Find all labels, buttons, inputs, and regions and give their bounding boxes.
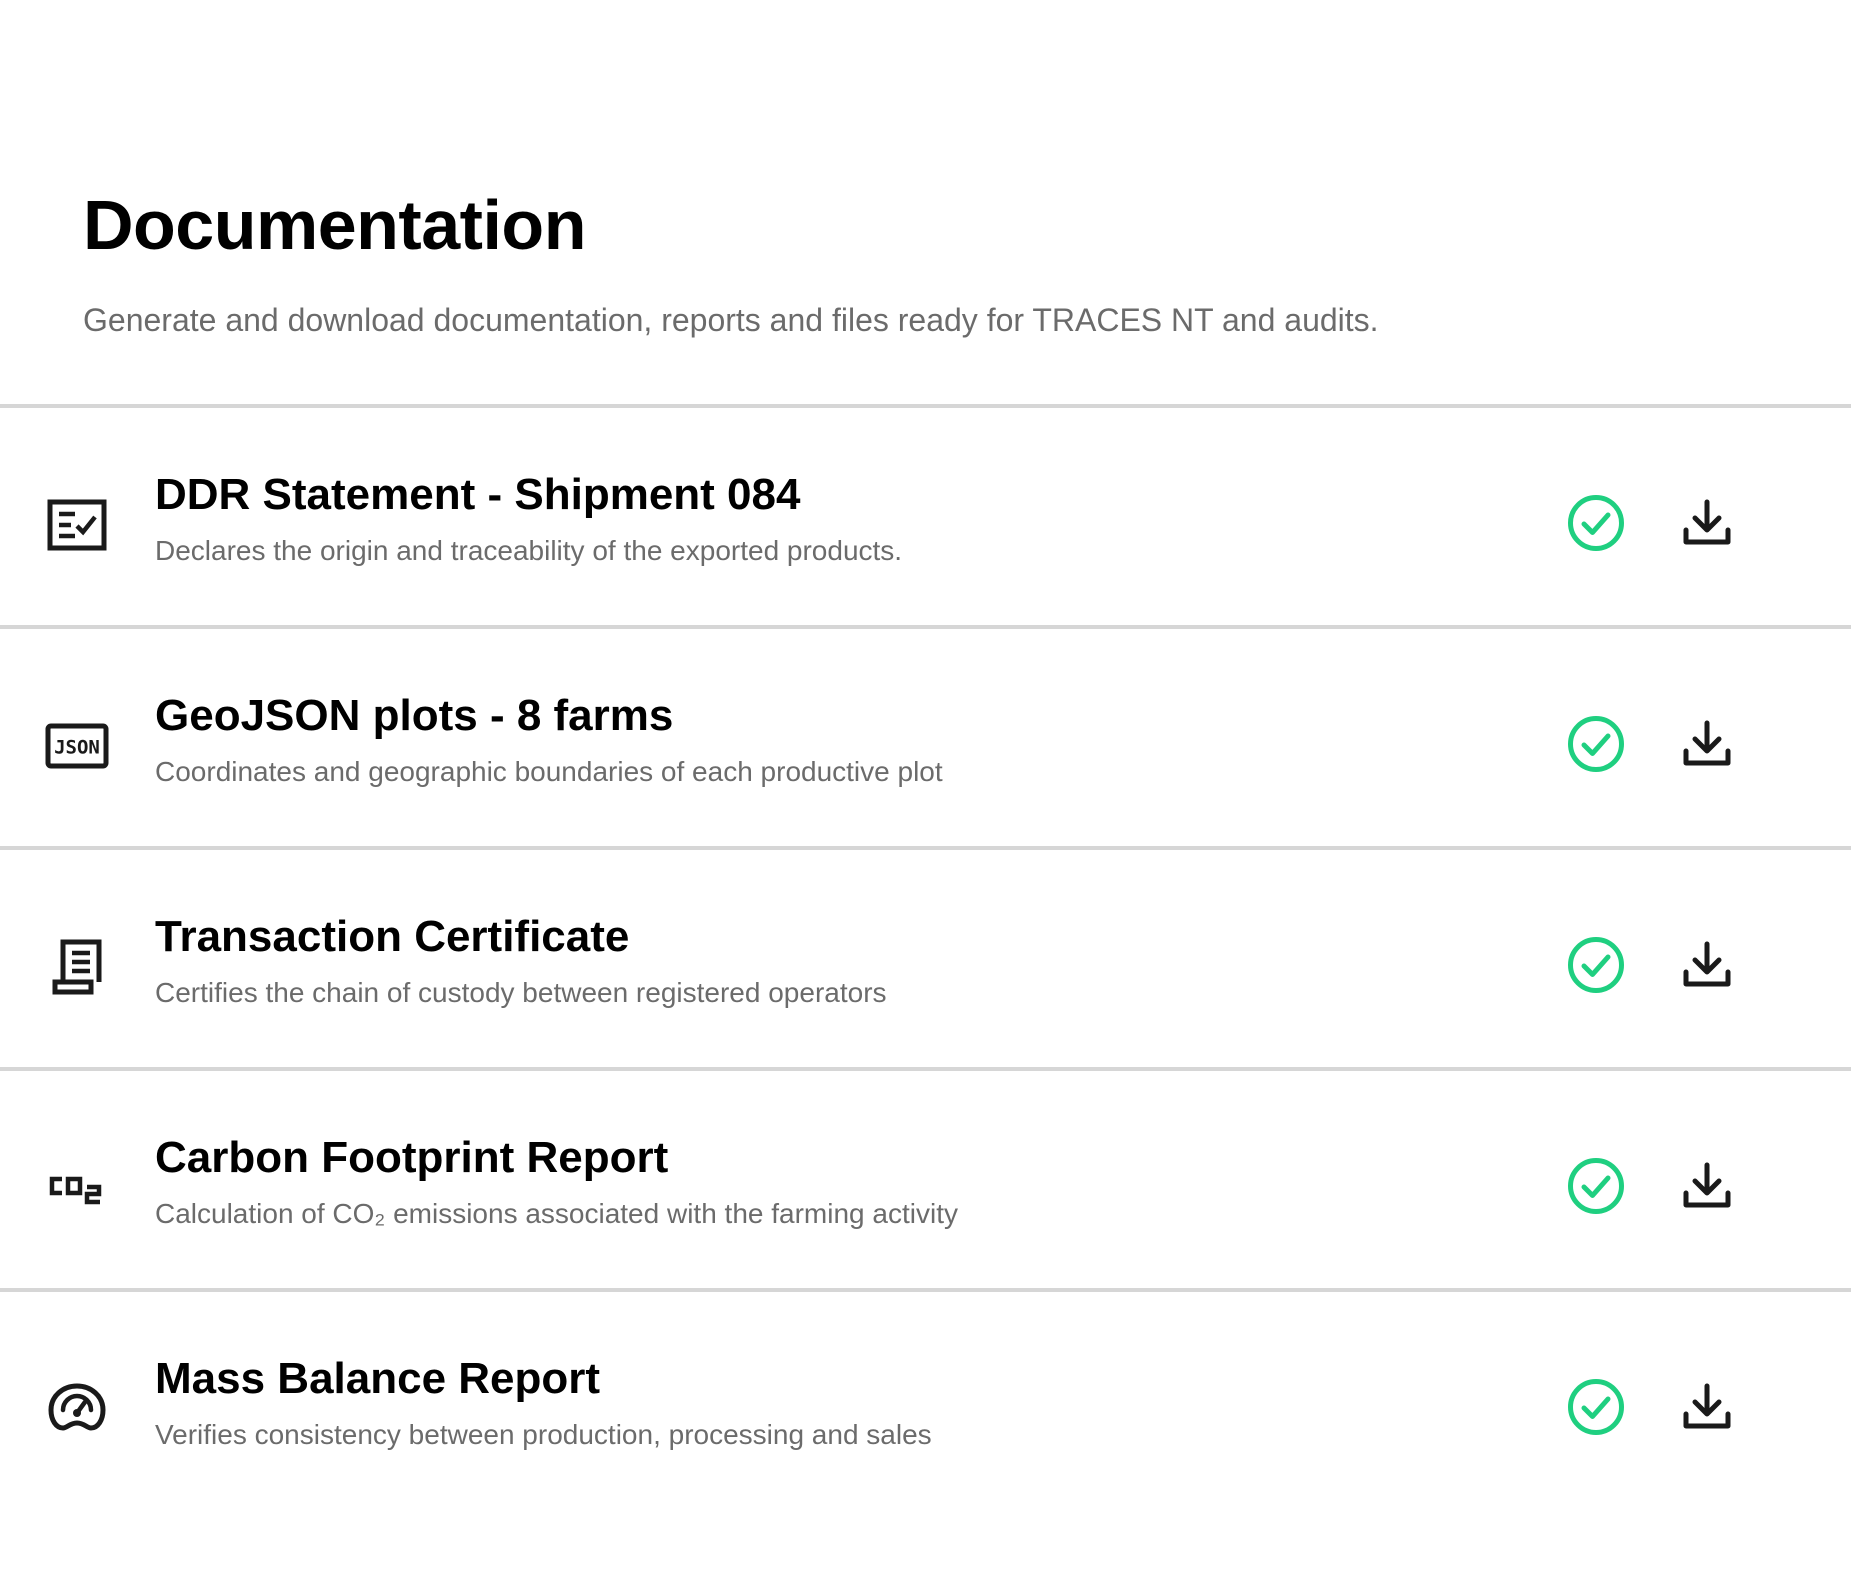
download-button[interactable] <box>1678 1157 1736 1215</box>
check-circle-icon <box>1567 1157 1625 1215</box>
document-row-mass-balance: Mass Balance Report Verifies consistency… <box>0 1288 1851 1509</box>
download-button[interactable] <box>1678 936 1736 994</box>
download-icon <box>1683 499 1731 545</box>
json-file-icon: JSON <box>44 713 110 779</box>
document-description: Certifies the chain of custody between r… <box>155 977 887 1008</box>
gauge-icon <box>44 1376 110 1442</box>
document-title: Carbon Footprint Report <box>155 1133 669 1182</box>
download-icon <box>1683 1162 1731 1208</box>
document-row-transaction-certificate: Transaction Certificate Certifies the ch… <box>0 846 1851 1067</box>
document-description: Declares the origin and traceability of … <box>155 535 903 566</box>
check-circle-icon <box>1567 936 1625 994</box>
receipt-scroll-icon <box>44 934 110 1000</box>
document-list: DDR Statement - Shipment 084 Declares th… <box>0 404 1851 1509</box>
document-title: DDR Statement - Shipment 084 <box>155 470 801 519</box>
download-icon <box>1683 720 1731 766</box>
document-title: Mass Balance Report <box>155 1354 601 1403</box>
document-description: Calculation of CO₂ emissions associated … <box>155 1198 958 1229</box>
download-icon <box>1683 1383 1731 1429</box>
document-description: Coordinates and geographic boundaries of… <box>155 756 943 787</box>
download-icon <box>1683 941 1731 987</box>
document-row-carbon-footprint: Carbon Footprint Report Calculation of C… <box>0 1067 1851 1288</box>
document-row-ddr-statement: DDR Statement - Shipment 084 Declares th… <box>0 404 1851 625</box>
check-circle-icon <box>1567 715 1625 773</box>
check-circle-icon <box>1567 494 1625 552</box>
document-title: GeoJSON plots - 8 farms <box>155 691 674 740</box>
documentation-page: Documentation Generate and download docu… <box>0 0 1851 1569</box>
check-circle-icon <box>1567 1378 1625 1436</box>
page-subtitle: Generate and download documentation, rep… <box>83 302 1379 338</box>
document-row-geojson-plots: JSON GeoJSON plots - 8 farms Coordinates… <box>0 625 1851 846</box>
svg-text:JSON: JSON <box>54 737 100 759</box>
co2-icon <box>44 1155 110 1221</box>
download-button[interactable] <box>1678 715 1736 773</box>
document-description: Verifies consistency between production,… <box>155 1419 932 1450</box>
checklist-form-icon <box>44 492 110 558</box>
page-header: Documentation Generate and download docu… <box>83 180 1783 338</box>
page-title: Documentation <box>83 186 586 264</box>
document-title: Transaction Certificate <box>155 912 630 961</box>
download-button[interactable] <box>1678 494 1736 552</box>
download-button[interactable] <box>1678 1378 1736 1436</box>
